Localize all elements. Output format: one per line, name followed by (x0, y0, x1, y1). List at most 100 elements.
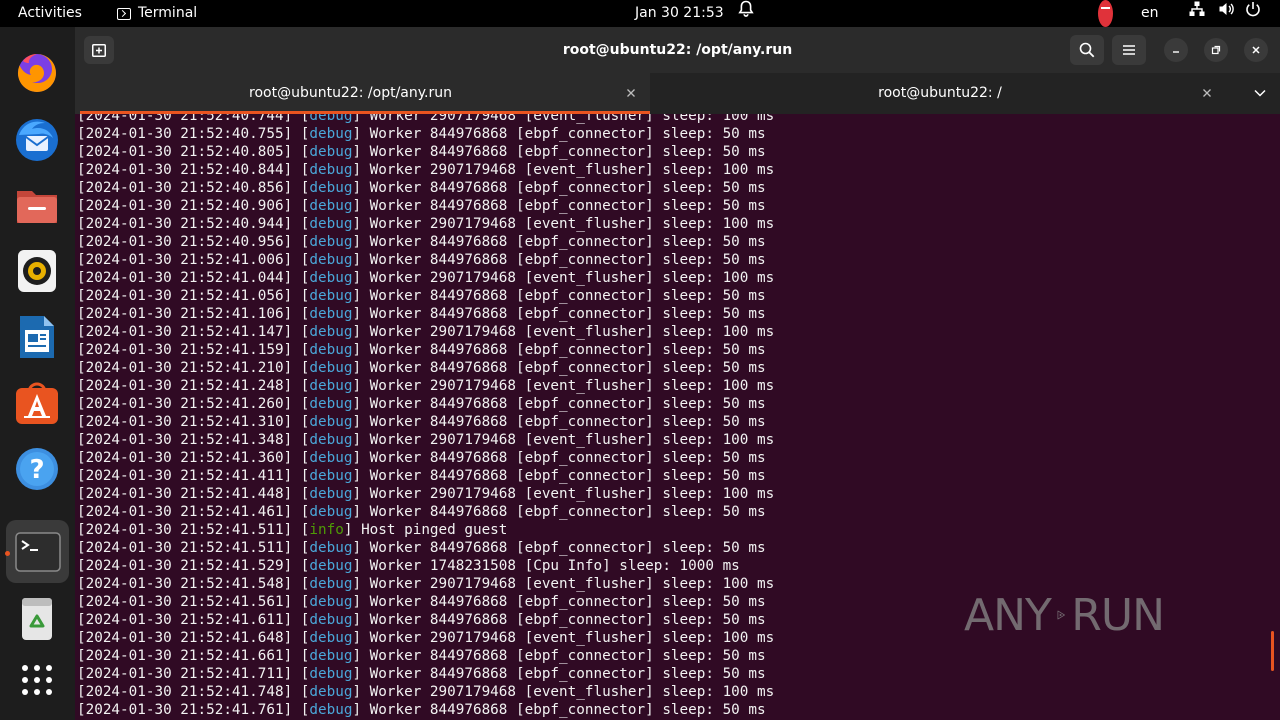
log-level: debug (309, 180, 353, 196)
log-level: debug (309, 468, 353, 484)
scrollbar-thumb[interactable] (1271, 631, 1274, 671)
top-bar: Activities Terminal Jan 30 21:53 en (0, 0, 1280, 27)
log-level: debug (309, 558, 353, 574)
anyrun-watermark: ANY RUN (964, 581, 1165, 649)
log-line: [2024-01-30 21:52:41.461] [debug] Worker… (77, 504, 766, 520)
log-line: [2024-01-30 21:52:41.006] [debug] Worker… (77, 252, 766, 268)
log-timestamp: [2024-01-30 21:52:41.511] (77, 540, 293, 556)
log-line: [2024-01-30 21:52:41.661] [debug] Worker… (77, 648, 766, 664)
svg-text:?: ? (29, 455, 44, 485)
tab-root[interactable]: root@ubuntu22: / (650, 73, 1230, 114)
log-message: Worker 844976868 [ebpf_connector] sleep:… (369, 252, 766, 268)
log-timestamp: [2024-01-30 21:52:40.755] (77, 126, 293, 142)
log-timestamp: [2024-01-30 21:52:41.348] (77, 432, 293, 448)
log-level: debug (309, 162, 353, 178)
log-message: Worker 844976868 [ebpf_connector] sleep:… (369, 540, 766, 556)
new-tab-button[interactable] (84, 36, 114, 64)
trash-icon[interactable] (12, 594, 62, 644)
log-level: debug (309, 396, 353, 412)
log-line: [2024-01-30 21:52:41.761] [debug] Worker… (77, 702, 766, 718)
app-menu-button[interactable]: Terminal (117, 0, 197, 27)
log-line: [2024-01-30 21:52:41.044] [debug] Worker… (77, 270, 775, 286)
log-timestamp: [2024-01-30 21:52:40.844] (77, 162, 293, 178)
log-timestamp: [2024-01-30 21:52:41.611] (77, 612, 293, 628)
thunderbird-icon[interactable] (12, 114, 62, 164)
log-timestamp: [2024-01-30 21:52:41.210] (77, 360, 293, 376)
log-message: Worker 844976868 [ebpf_connector] sleep:… (369, 504, 766, 520)
log-line: [2024-01-30 21:52:41.448] [debug] Worker… (77, 486, 775, 502)
log-message: Worker 2907179468 [event_flusher] sleep:… (369, 324, 775, 340)
network-icon[interactable] (1189, 0, 1205, 27)
log-line: [2024-01-30 21:52:41.056] [debug] Worker… (77, 288, 766, 304)
log-message: Worker 844976868 [ebpf_connector] sleep:… (369, 666, 766, 682)
activities-button[interactable]: Activities (18, 0, 82, 27)
log-message: Worker 844976868 [ebpf_connector] sleep:… (369, 342, 766, 358)
log-level: debug (309, 540, 353, 556)
watermark-text-right: RUN (1071, 589, 1165, 641)
app-name: Terminal (138, 5, 198, 21)
show-apps-icon[interactable] (12, 655, 62, 705)
log-timestamp: [2024-01-30 21:52:40.956] (77, 234, 293, 250)
log-timestamp: [2024-01-30 21:52:41.248] (77, 378, 293, 394)
app-center-icon[interactable] (12, 378, 62, 428)
log-timestamp: [2024-01-30 21:52:41.260] (77, 396, 293, 412)
log-timestamp: [2024-01-30 21:52:41.648] (77, 630, 293, 646)
log-line: [2024-01-30 21:52:41.147] [debug] Worker… (77, 324, 775, 340)
help-icon[interactable]: ? (12, 444, 62, 494)
log-level: debug (309, 666, 353, 682)
log-message: Worker 844976868 [ebpf_connector] sleep:… (369, 594, 766, 610)
recording-stop-icon[interactable] (1098, 0, 1113, 27)
notification-bell-icon[interactable] (738, 0, 754, 27)
terminal-app-icon (117, 7, 131, 20)
minimize-button[interactable] (1164, 38, 1188, 62)
log-line: [2024-01-30 21:52:40.856] [debug] Worker… (77, 180, 766, 196)
log-message: Worker 844976868 [ebpf_connector] sleep:… (369, 198, 766, 214)
close-icon (1252, 46, 1260, 54)
files-icon[interactable] (12, 180, 62, 230)
log-message: Worker 2907179468 [event_flusher] sleep:… (369, 432, 775, 448)
log-line: [2024-01-30 21:52:41.411] [debug] Worker… (77, 468, 766, 484)
tab-close-icon[interactable] (623, 85, 639, 101)
tab-close-icon[interactable] (1199, 85, 1215, 101)
libreoffice-writer-icon[interactable] (12, 312, 62, 362)
keyboard-language-indicator[interactable]: en (1141, 0, 1159, 27)
rhythmbox-icon[interactable] (12, 246, 62, 296)
log-message: Worker 2907179468 [event_flusher] sleep:… (369, 378, 775, 394)
watermark-text-left: ANY (964, 589, 1052, 641)
tab-opt-any-run[interactable]: root@ubuntu22: /opt/any.run (75, 73, 650, 114)
log-line: [2024-01-30 21:52:40.744] [debug] Worker… (77, 114, 774, 125)
log-line: [2024-01-30 21:52:41.360] [debug] Worker… (77, 450, 766, 466)
log-message: Worker 844976868 [ebpf_connector] sleep:… (369, 702, 766, 718)
clock[interactable]: Jan 30 21:53 (635, 0, 724, 27)
chevron-down-icon (1254, 89, 1266, 97)
log-timestamp: [2024-01-30 21:52:41.411] (77, 468, 293, 484)
log-level: debug (309, 432, 353, 448)
firefox-icon[interactable] (12, 48, 62, 98)
log-level: debug (309, 504, 353, 520)
log-timestamp: [2024-01-30 21:52:41.661] (77, 648, 293, 664)
terminal-dock-icon[interactable] (6, 520, 69, 583)
dock: ? (0, 27, 75, 720)
log-message: Worker 2907179468 [event_flusher] sleep:… (369, 270, 775, 286)
window-headerbar[interactable]: root@ubuntu22: /opt/any.run (75, 27, 1280, 73)
volume-icon[interactable] (1218, 0, 1234, 27)
log-timestamp: [2024-01-30 21:52:41.159] (77, 342, 293, 358)
log-timestamp: [2024-01-30 21:52:41.147] (77, 324, 293, 340)
log-timestamp: [2024-01-30 21:52:41.511] (77, 522, 293, 538)
play-logo-icon (1057, 610, 1065, 620)
log-timestamp: [2024-01-30 21:52:41.360] (77, 450, 293, 466)
close-window-button[interactable] (1244, 38, 1268, 62)
tabs-dropdown-button[interactable] (1251, 79, 1269, 107)
log-message: Worker 844976868 [ebpf_connector] sleep:… (369, 468, 766, 484)
log-line: [2024-01-30 21:52:41.106] [debug] Worker… (77, 306, 766, 322)
search-button[interactable] (1070, 35, 1104, 65)
log-line: [2024-01-30 21:52:41.348] [debug] Worker… (77, 432, 775, 448)
log-timestamp: [2024-01-30 21:52:41.106] (77, 306, 293, 322)
log-message: Worker 844976868 [ebpf_connector] sleep:… (369, 648, 766, 664)
log-message: Worker 2907179468 [event_flusher] sleep:… (369, 684, 775, 700)
tab-label: root@ubuntu22: /opt/any.run (249, 85, 452, 101)
power-icon[interactable] (1245, 0, 1261, 27)
menu-button[interactable] (1112, 35, 1146, 65)
log-line: [2024-01-30 21:52:41.548] [debug] Worker… (77, 576, 775, 592)
maximize-button[interactable] (1204, 38, 1228, 62)
